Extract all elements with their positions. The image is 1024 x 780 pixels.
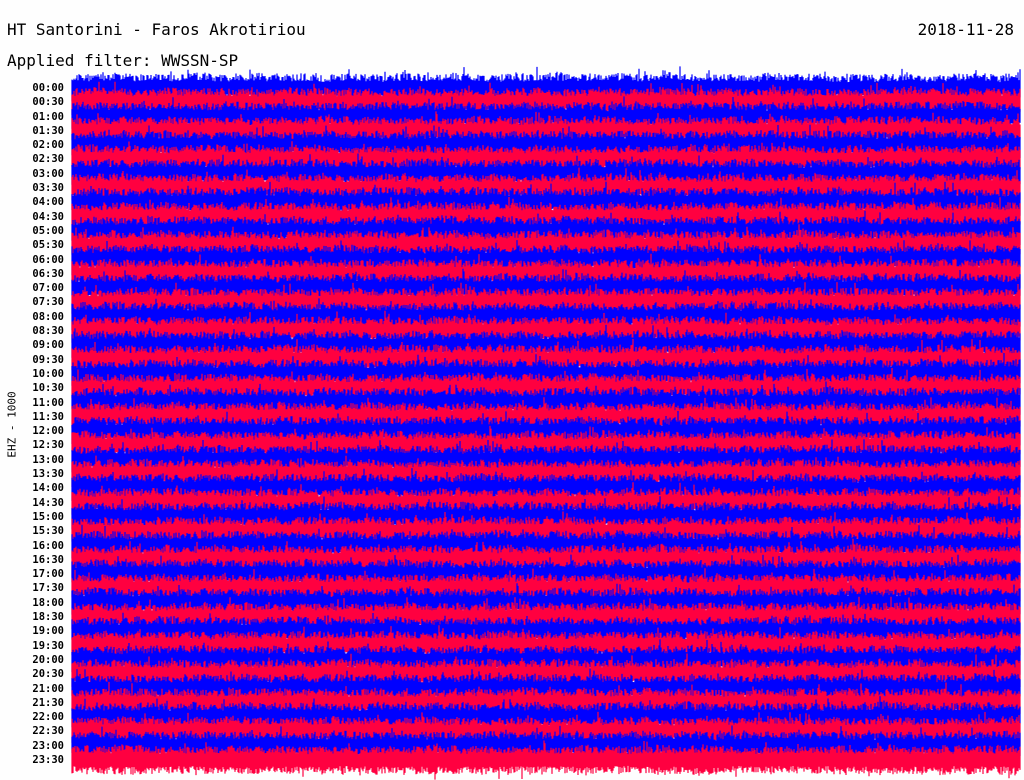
helicorder-plot [71,66,1021,780]
